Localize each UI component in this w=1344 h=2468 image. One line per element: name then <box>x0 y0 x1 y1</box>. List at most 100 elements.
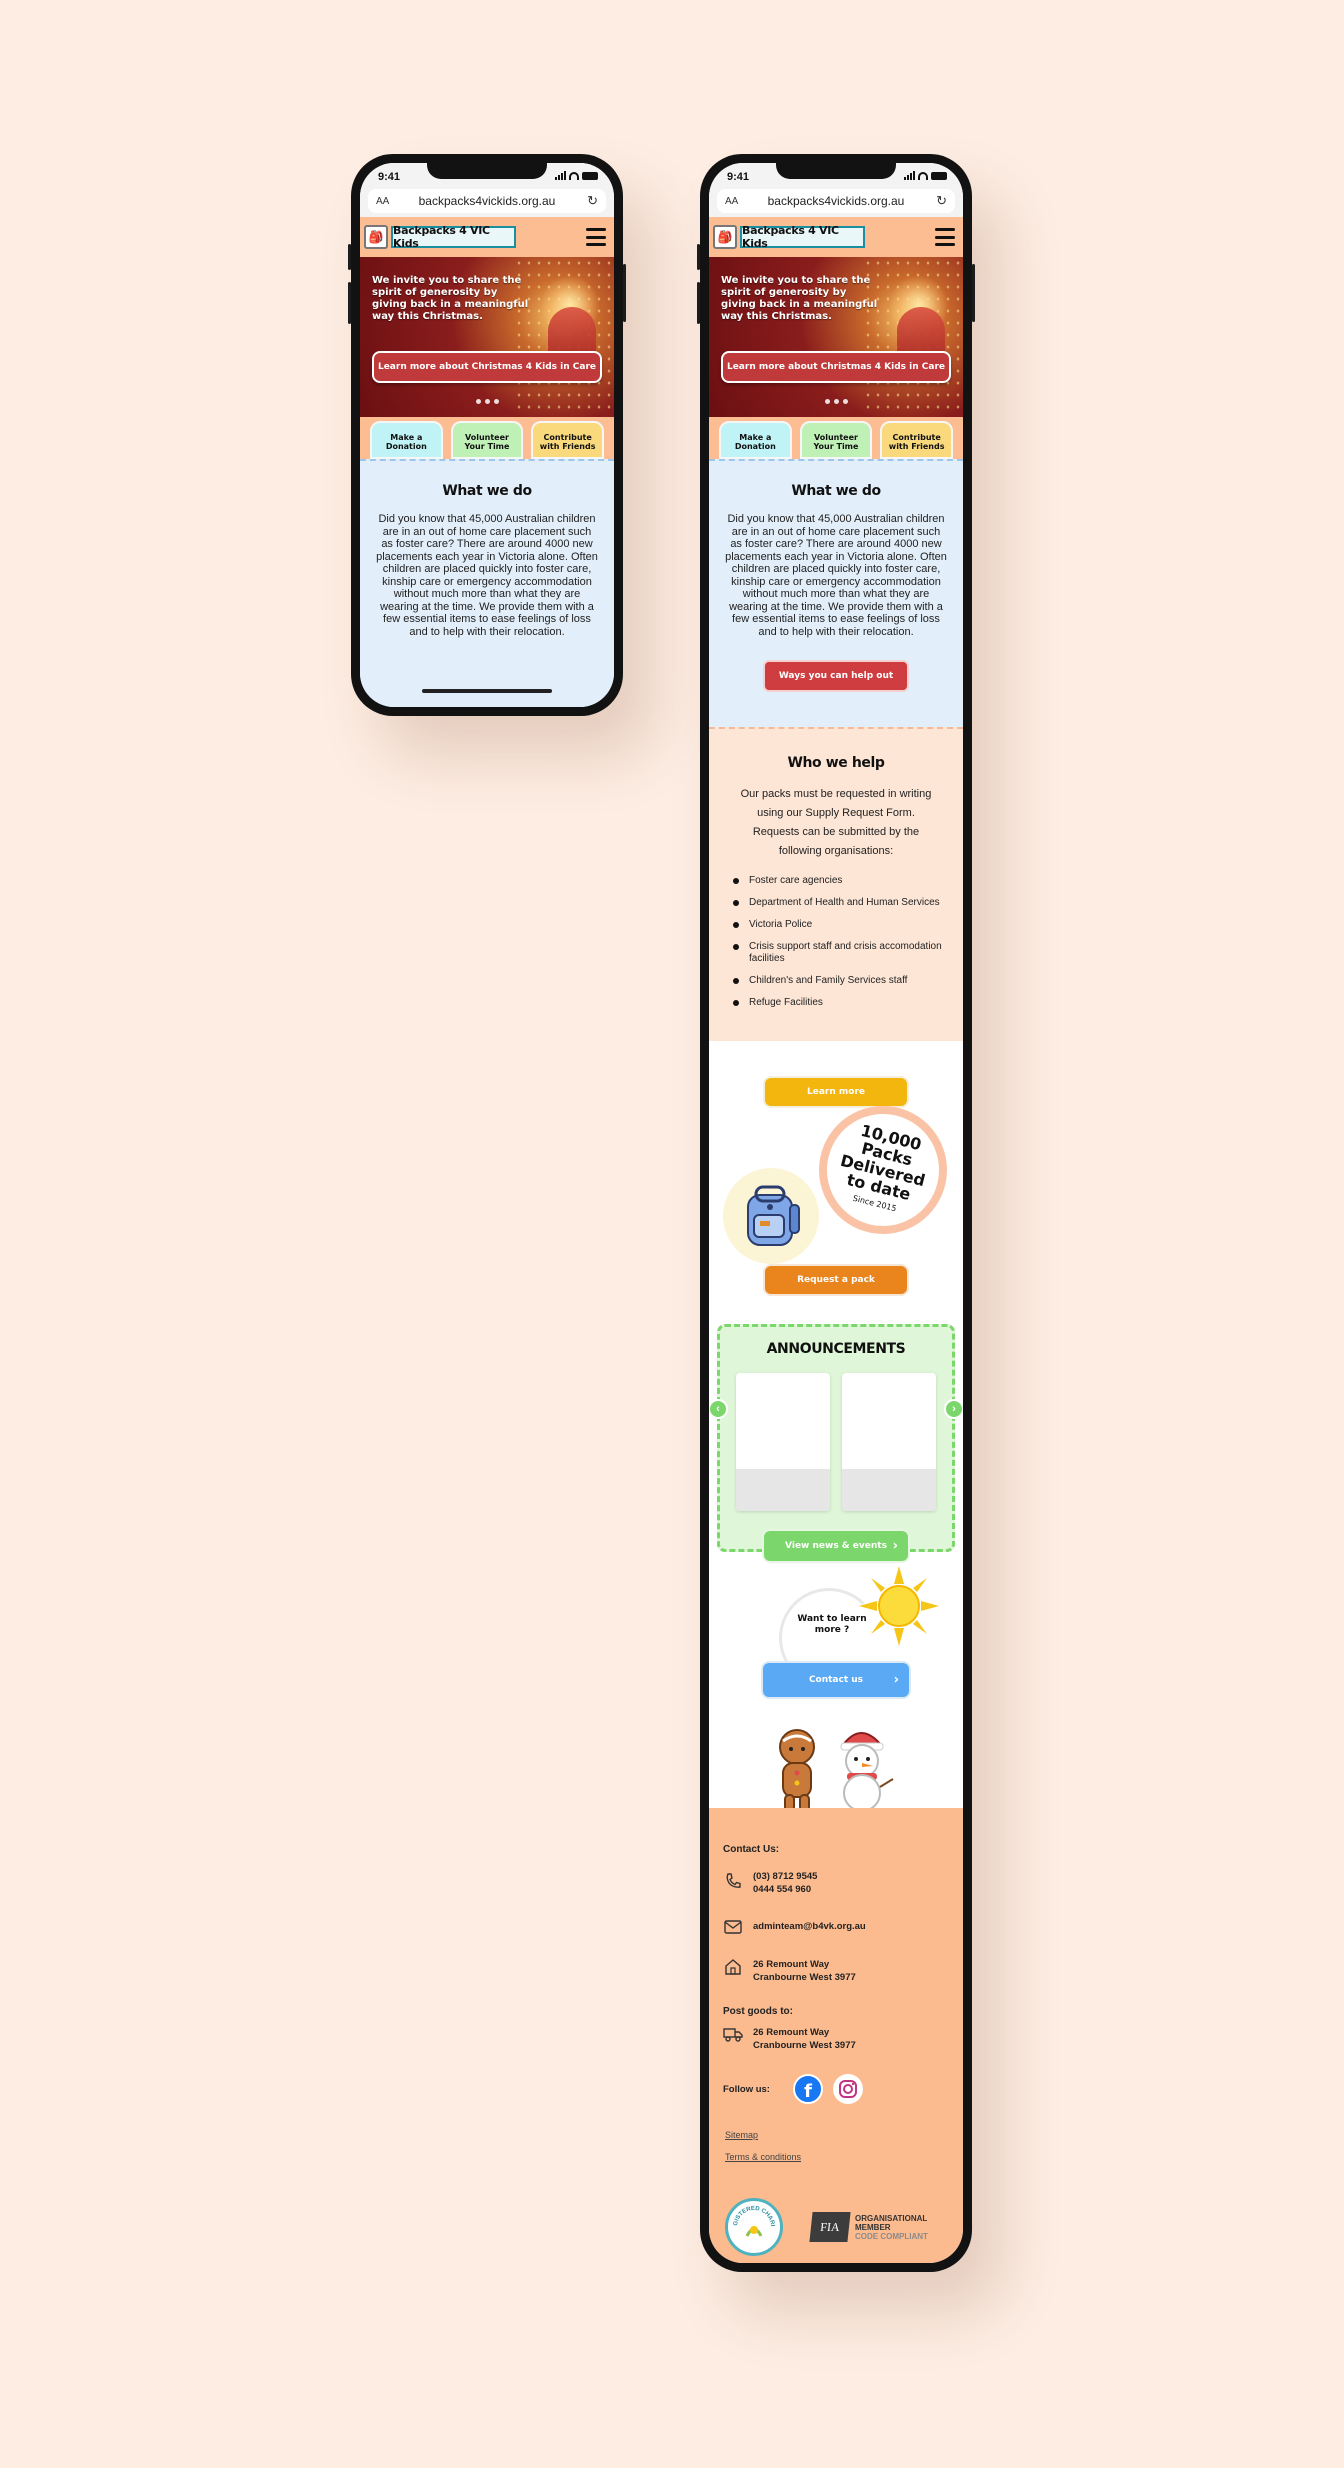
action-tabs: Make a Donation Volunteer Your Time Cont… <box>360 417 614 459</box>
post-address-row: 26 Remount Way Cranbourne West 3977 <box>723 2026 856 2052</box>
who-we-help-title: Who we help <box>787 755 885 771</box>
phone-mockup-short: 9:41 AA backpacks4vickids.org.au ↻ 🎒 Bac… <box>348 154 626 716</box>
announcement-card[interactable] <box>736 1373 830 1511</box>
site-header: 🎒 Backpacks 4 VIC Kids <box>360 217 614 257</box>
email-address[interactable]: adminteam@b4vk.org.au <box>753 1920 866 1933</box>
terms-link[interactable]: Terms & conditions <box>725 2152 801 2162</box>
what-we-do-text: Did you know that 45,000 Australian chil… <box>376 513 598 638</box>
phone-icon <box>723 1872 743 1893</box>
svg-text:REGISTERED CHARITY: REGISTERED CHARITY <box>729 2202 775 2227</box>
lower-content: Learn more 10,000 Packs Delivered to dat… <box>709 1076 963 1718</box>
phone-screen: 9:41 AA backpacks4vickids.org.au ↻ 🎒 Bac… <box>709 163 963 2263</box>
fia-line-3: CODE COMPLIANT <box>855 2231 928 2241</box>
charity-logo-text: REGISTERED CHARITY <box>729 2202 775 2227</box>
tab-volunteer[interactable]: Volunteer Your Time <box>450 421 524 459</box>
list-item: Children's and Family Services staff <box>733 975 947 987</box>
what-we-do-section: What we do Did you know that 45,000 Aust… <box>360 459 614 707</box>
address-bar[interactable]: AA backpacks4vickids.org.au ↻ <box>717 189 955 213</box>
hero-banner: We invite you to share the spirit of gen… <box>709 257 963 417</box>
list-item: Department of Health and Human Services <box>733 897 947 909</box>
tab-volunteer[interactable]: Volunteer Your Time <box>799 421 873 459</box>
email-row: adminteam@b4vk.org.au <box>723 1920 866 1937</box>
truck-icon <box>723 2026 743 2045</box>
text-size-button[interactable]: AA <box>725 196 738 207</box>
site-logo[interactable]: 🎒 Backpacks 4 VIC Kids <box>713 224 865 250</box>
announcement-card[interactable] <box>842 1373 936 1511</box>
want-to-learn-more-text: Want to learn more ? <box>797 1614 867 1635</box>
fia-line-2: MEMBER <box>855 2222 891 2232</box>
backpack-icon <box>747 1185 800 1246</box>
tab-make-donation[interactable]: Make a Donation <box>370 421 443 459</box>
list-item: Refuge Facilities <box>733 997 947 1009</box>
url-text: backpacks4vickids.org.au <box>418 194 556 208</box>
what-we-do-title: What we do <box>791 483 881 499</box>
fia-logo: FIA ORGANISATIONAL MEMBER CODE COMPLIANT <box>809 2212 928 2242</box>
christmas-learn-more-button[interactable]: Learn more about Christmas 4 Kids in Car… <box>721 351 951 383</box>
packs-delivered-badge: 10,000 Packs Delivered to date Since 201… <box>815 1102 951 1238</box>
home-icon <box>723 1958 743 1979</box>
post-goods-label: Post goods to: <box>723 2006 793 2017</box>
christmas-learn-more-button[interactable]: Learn more about Christmas 4 Kids in Car… <box>372 351 602 383</box>
site-header: 🎒 Backpacks 4 VIC Kids <box>709 217 963 257</box>
phone-mockup-full: 9:41 AA backpacks4vickids.org.au ↻ 🎒 Bac… <box>697 154 975 2272</box>
chevron-right-icon: › <box>893 1672 899 1688</box>
site-logo[interactable]: 🎒 Backpacks 4 VIC Kids <box>364 224 516 250</box>
mail-icon <box>723 1920 743 1937</box>
learn-more-button[interactable]: Learn more <box>763 1076 909 1108</box>
post-address-line-2: Cranbourne West 3977 <box>753 2040 856 2051</box>
address-row: 26 Remount Way Cranbourne West 3977 <box>723 1958 856 1984</box>
status-time: 9:41 <box>727 171 750 183</box>
sitemap-link[interactable]: Sitemap <box>725 2130 758 2140</box>
ways-to-help-button[interactable]: Ways you can help out <box>763 660 909 692</box>
tab-make-donation[interactable]: Make a Donation <box>719 421 792 459</box>
contact-us-button[interactable]: Contact us › <box>761 1661 911 1699</box>
address-bar[interactable]: AA backpacks4vickids.org.au ↻ <box>368 189 606 213</box>
what-we-do-section: What we do Did you know that 45,000 Aust… <box>709 459 963 727</box>
home-indicator <box>422 689 552 693</box>
view-news-events-button[interactable]: View news & events › <box>762 1529 910 1563</box>
list-item: Crisis support staff and crisis accomoda… <box>733 941 947 965</box>
tab-contribute[interactable]: Contribute with Friends <box>531 421 604 459</box>
url-text: backpacks4vickids.org.au <box>767 194 905 208</box>
wifi-icon <box>918 171 928 180</box>
who-we-help-section: Who we help Our packs must be requested … <box>709 727 963 1041</box>
logo-text: Backpacks 4 VIC Kids <box>740 224 865 250</box>
site-footer: Contact Us: (03) 8712 9545 0444 554 960 a… <box>709 1808 963 2263</box>
wifi-icon <box>569 171 579 180</box>
organisations-list: Foster care agencies Department of Healt… <box>725 875 947 1009</box>
list-item: Foster care agencies <box>733 875 947 887</box>
carousel-prev-icon[interactable]: ‹ <box>709 1399 728 1419</box>
announcements-panel: ANNOUNCEMENTS ‹ › View news & events › <box>709 1324 963 1563</box>
what-we-do-text: Did you know that 45,000 Australian chil… <box>725 513 947 638</box>
phone-screen: 9:41 AA backpacks4vickids.org.au ↻ 🎒 Bac… <box>360 163 614 707</box>
text-size-button[interactable]: AA <box>376 196 389 207</box>
browser-bar: AA backpacks4vickids.org.au ↻ <box>709 187 963 217</box>
signal-icon <box>555 171 566 180</box>
facebook-icon[interactable]: f <box>793 2074 823 2104</box>
phone-number-1[interactable]: (03) 8712 9545 <box>753 1871 817 1882</box>
gingerbread-icon <box>769 1727 825 1813</box>
carousel-dots[interactable] <box>360 399 614 404</box>
what-we-do-title: What we do <box>442 483 532 499</box>
carousel-dots[interactable] <box>709 399 963 404</box>
carousel-next-icon[interactable]: › <box>944 1399 963 1419</box>
fia-line-1: ORGANISATIONAL <box>855 2213 928 2223</box>
address-line-2: Cranbourne West 3977 <box>753 1972 856 1983</box>
who-we-help-intro: Our packs must be requested in writing u… <box>740 788 932 857</box>
request-pack-button[interactable]: Request a pack <box>763 1264 909 1296</box>
status-time: 9:41 <box>378 171 401 183</box>
address-line-1: 26 Remount Way <box>753 1959 830 1970</box>
battery-icon <box>931 171 947 180</box>
contact-us-label: Contact Us: <box>723 1844 780 1855</box>
post-address-line-1: 26 Remount Way <box>753 2027 830 2038</box>
instagram-icon[interactable] <box>833 2074 863 2104</box>
reload-icon[interactable]: ↻ <box>587 193 598 209</box>
list-item: Victoria Police <box>733 919 947 931</box>
menu-icon[interactable] <box>586 228 606 246</box>
menu-icon[interactable] <box>935 228 955 246</box>
phone-row: (03) 8712 9545 0444 554 960 <box>723 1870 817 1896</box>
hero-banner: We invite you to share the spirit of gen… <box>360 257 614 417</box>
tab-contribute[interactable]: Contribute with Friends <box>880 421 953 459</box>
reload-icon[interactable]: ↻ <box>936 193 947 209</box>
phone-number-2[interactable]: 0444 554 960 <box>753 1884 811 1895</box>
